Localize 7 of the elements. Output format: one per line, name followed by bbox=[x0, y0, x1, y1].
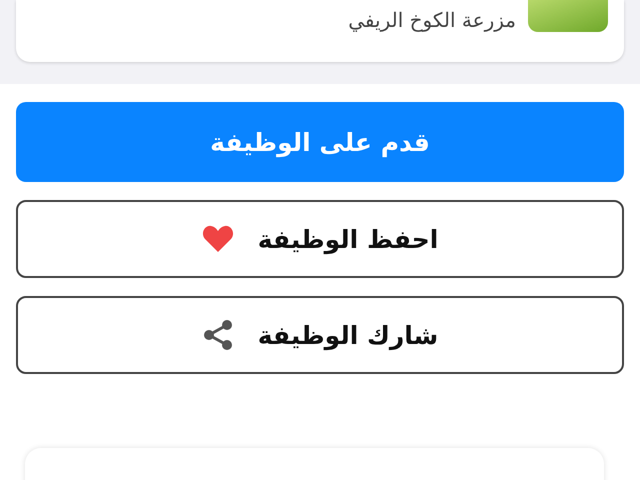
company-card[interactable]: مزرعة الكوخ الريفي bbox=[16, 0, 624, 62]
save-button[interactable]: احفظ الوظيفة bbox=[16, 200, 624, 278]
heart-icon bbox=[202, 225, 234, 253]
company-name: مزرعة الكوخ الريفي bbox=[348, 8, 516, 32]
share-button[interactable]: شارك الوظيفة bbox=[16, 296, 624, 374]
apply-button[interactable]: قدم على الوظيفة bbox=[16, 102, 624, 182]
share-icon bbox=[202, 319, 234, 351]
